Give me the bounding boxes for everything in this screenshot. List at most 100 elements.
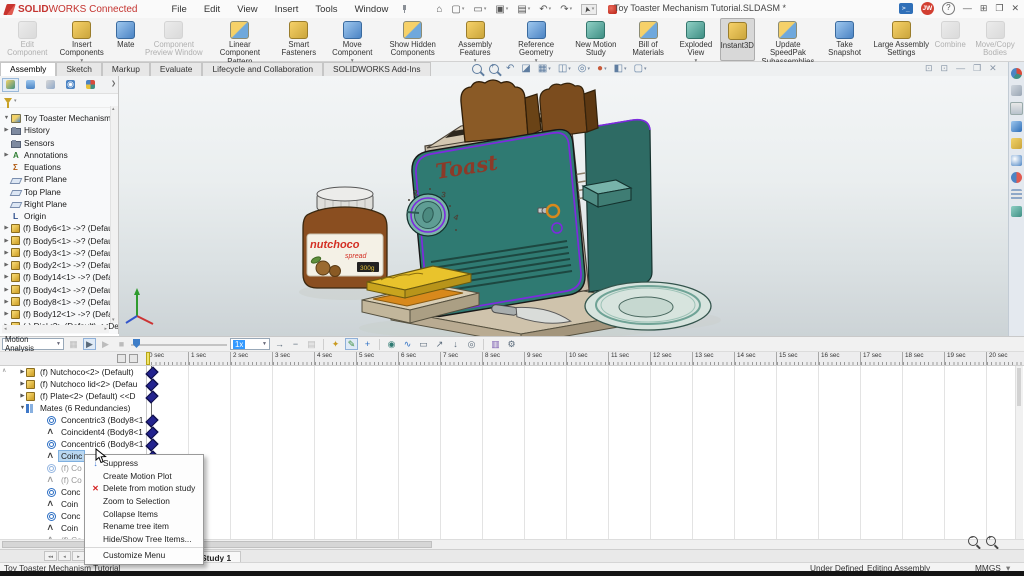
command-tab[interactable]: Lifecycle and Collaboration [202,62,323,76]
panel-tab[interactable] [2,78,19,92]
tree-item[interactable]: ▶ (f) Body3<1> ->? (Default) <<D [0,247,118,259]
context-menu-item[interactable]: Zoom to Selection [85,495,203,508]
spring-icon[interactable]: ∿ [401,338,414,350]
motion-tree-item[interactable]: Coincident4 (Body8<1 [0,426,1024,438]
filter-icon[interactable] [4,98,12,104]
tree-item[interactable]: ▶ (f) Body6<1> ->? (Default) <<D [0,222,118,234]
save-icon[interactable]: ▣▾ [495,4,508,15]
tree-item[interactable]: ▶ (f) Body14<1> ->? (Default) << [0,271,118,283]
ribbon-item[interactable]: Edit Component [2,18,53,61]
menu-item[interactable]: View [235,3,259,16]
motion-tree-item[interactable]: ▶ (f) Plate<2> (Default) <<D [0,390,1024,402]
play-from-start-icon[interactable]: ▶ [83,338,96,350]
undo-icon[interactable]: ↶▾ [539,4,551,15]
ribbon-item[interactable]: Move Component ▾ [325,18,380,61]
ribbon-item[interactable]: Large Assembly Settings [868,18,934,61]
play-icon[interactable]: ▶ [99,338,112,350]
tree-item[interactable]: Top Plane [0,186,118,198]
gravity-icon[interactable]: ↓ [449,338,462,350]
section-view-icon[interactable]: ◪ [521,63,530,74]
expander-icon[interactable]: ▼ [19,405,26,411]
ribbon-item[interactable]: Combine [934,18,966,61]
timeline-zoom-out-icon[interactable]: − [968,536,978,546]
edit-appearance-icon[interactable]: ●▾ [597,63,607,74]
ribbon-item[interactable]: Reference Geometry ▾ [505,18,568,61]
new-document-icon[interactable]: ▢▾ [451,4,464,15]
results-plots-icon[interactable]: ▥ [489,338,502,350]
expander-icon[interactable]: ▶ [19,393,26,399]
timeline-option-icon-1[interactable] [117,354,126,363]
tree-item[interactable]: Sensors [0,137,118,149]
list-pane-icon[interactable] [1011,189,1022,200]
pane-split-icon[interactable]: ⊡ [925,63,933,74]
tree-vertical-scrollbar[interactable]: ▴▾ [110,106,118,323]
ribbon-item[interactable]: Move/Copy Bodies [966,18,1024,61]
ribbon-item[interactable]: Linear Component Pattern ▾ [207,18,273,61]
expander-icon[interactable]: ▶ [3,238,10,244]
panel-tabs-more-icon[interactable]: ❯ [111,80,116,87]
expander-icon[interactable]: ▶ [3,299,10,305]
tree-item[interactable]: ▶ (f) Body12<1> ->? (Default) << [0,308,118,320]
command-tab[interactable]: Assembly [0,62,56,76]
motion-tree-item[interactable]: Concentric3 (Body8<1 [0,414,1024,426]
timeline-vertical-scrollbar[interactable] [1015,366,1023,539]
ribbon-item[interactable]: Component Preview Window [141,18,207,61]
ribbon-item[interactable]: Update SpeedPak Subassemblies [755,18,821,61]
ribbon-item[interactable]: Instant3D [720,18,755,61]
view-settings-icon[interactable]: ▢▾ [634,63,647,74]
context-menu-item[interactable]: Create Motion Plot [85,470,203,483]
motion-tree-item[interactable]: Concentric6 (Body8<1 [0,438,1024,450]
tree-item[interactable]: Equations [0,161,118,173]
view-orientation-icon[interactable]: ▦▾ [538,63,551,74]
timeline-option-icon-2[interactable] [129,354,138,363]
damper-icon[interactable]: ▭ [417,338,430,350]
playback-mode-icon[interactable]: → [273,338,286,350]
ribbon-item[interactable]: Smart Fasteners [273,18,325,61]
expander-icon[interactable]: ▶ [3,311,10,317]
doc-restore-icon[interactable]: ❐ [973,63,981,74]
tree-item[interactable]: Right Plane [0,198,118,210]
settings-pane-icon[interactable] [1011,206,1022,217]
3d-viewport[interactable]: Toast 2 3 4 [119,76,1008,336]
motion-tree-item[interactable]: ▼ Mates (6 Redundancies) [0,402,1024,414]
expander-icon[interactable]: ▶ [3,250,10,256]
apply-scene-icon[interactable]: ◧▾ [614,63,627,74]
help-icon[interactable]: ? [942,2,955,15]
minimize-button[interactable]: — [963,2,972,15]
home-icon[interactable]: ⌂ [436,4,442,15]
context-menu-item[interactable]: Hide/Show Tree Items... [85,533,203,546]
menu-item[interactable]: File [170,3,189,16]
timeline-ruler[interactable]: 0 sec1 sec2 sec3 sec4 sec5 sec6 sec7 sec… [0,352,1024,366]
ribbon-item[interactable]: Bill of Materials [624,18,672,61]
expander-icon[interactable]: ▶ [3,152,10,158]
3dexperience-taskpane-icon[interactable] [1011,68,1022,79]
ribbon-item[interactable]: Insert Components ▾ [53,18,111,61]
doc-close-icon[interactable]: ✕ [989,63,997,74]
panel-tab[interactable] [62,78,79,92]
animation-wizard-icon[interactable]: ✦ [329,338,342,350]
bread-slice-rear-component[interactable] [540,83,598,138]
save-animation-icon[interactable]: ▤ [305,338,318,350]
expander-icon[interactable]: ▶ [19,369,26,375]
maximize-button[interactable]: ⊞ [980,2,988,15]
calculate-icon[interactable]: ▦ [67,338,80,350]
collapse-toolbar-icon[interactable]: − [289,338,302,350]
autokey-icon[interactable]: ✎ [345,338,358,350]
restore-button[interactable]: ❐ [995,2,1003,15]
ribbon-item[interactable]: Take Snapshot [821,18,868,61]
context-menu-item[interactable]: Rename tree item [85,520,203,533]
motor-icon[interactable]: ◉ [385,338,398,350]
expander-icon[interactable]: ▶ [3,262,10,268]
display-style-icon[interactable]: ◫▾ [558,63,571,74]
motion-tree-item[interactable]: ▶ (f) Nutchoco<2> (Default) [0,366,1024,378]
motion-study-properties-icon[interactable]: ⚙ [505,338,518,350]
zoom-area-icon[interactable]: + [489,64,499,74]
scrubber-thumb[interactable] [133,339,140,348]
doc-minimize-icon[interactable]: — [956,63,965,74]
expander-icon[interactable]: ▶ [3,274,10,280]
close-button[interactable]: ✕ [1011,2,1019,15]
user-avatar[interactable]: JW [921,2,934,15]
command-tab[interactable]: Evaluate [150,62,203,76]
tree-item[interactable]: ▶ (f) Body8<1> ->? (Default) <<D [0,296,118,308]
print-icon[interactable]: ▤▾ [517,4,530,15]
